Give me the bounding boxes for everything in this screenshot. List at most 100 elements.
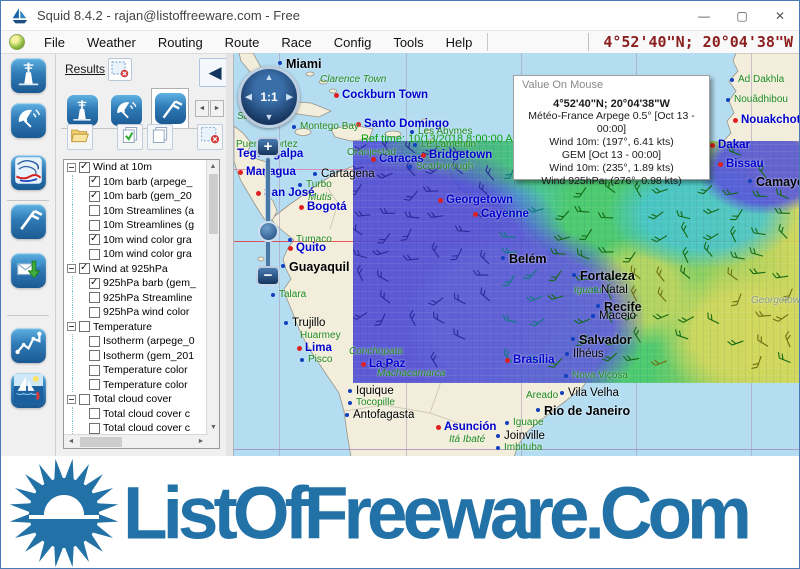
pan-down-icon[interactable]: ▼ [265, 112, 274, 122]
pan-up-icon[interactable]: ▲ [265, 72, 274, 82]
tree-row[interactable]: Isotherm (gem_201 [64, 349, 219, 364]
layer-checkbox[interactable] [79, 394, 90, 405]
city-label: Le Lamentin [421, 139, 476, 150]
layer-checkbox[interactable] [79, 162, 90, 173]
zoom-scale-label[interactable]: 1:1 [260, 90, 277, 104]
scroll-thumb[interactable] [80, 437, 122, 447]
regatta-tool-button[interactable] [11, 373, 46, 408]
tree-row[interactable]: 925hPa Streamline [64, 291, 219, 306]
maximize-button[interactable]: ▢ [723, 1, 761, 31]
layer-checkbox[interactable] [89, 249, 100, 260]
city-label: Nova Viçosa [572, 370, 628, 381]
map-pan-control[interactable]: ▲ ▼ ◀ ▶ 1:1 [238, 66, 300, 128]
layer-checkbox[interactable] [89, 176, 100, 187]
results-tab-satellite[interactable] [107, 92, 145, 128]
menu-item-route[interactable]: Route [214, 33, 271, 52]
layer-checkbox[interactable] [89, 307, 100, 318]
tree-row[interactable]: Isotherm (arpege_0 [64, 334, 219, 349]
expand-collapse-icon[interactable] [67, 264, 76, 273]
scroll-down-icon[interactable]: ▼ [207, 421, 220, 434]
layer-checkbox[interactable] [89, 278, 100, 289]
scroll-thumb[interactable] [209, 174, 218, 234]
layer-checkbox[interactable] [89, 205, 100, 216]
scroll-up-icon[interactable]: ▲ [207, 160, 219, 173]
city-label: Imbituba [504, 442, 542, 453]
tab-prev-button[interactable]: ◄ [195, 100, 209, 117]
zoom-slider-track[interactable] [265, 157, 271, 269]
menu-item-routing[interactable]: Routing [147, 33, 214, 52]
layer-checkbox[interactable] [89, 379, 100, 390]
tree-row[interactable]: 10m wind color gra [64, 233, 219, 248]
uncheck-all-button[interactable] [147, 124, 173, 150]
tree-row[interactable]: Wind at 10m [64, 160, 219, 175]
tree-row[interactable]: Temperature [64, 320, 219, 335]
title-bar[interactable]: Squid 8.4.2 - rajan@listoffreeware.com -… [1, 1, 799, 31]
layer-checkbox[interactable] [79, 321, 90, 332]
results-link[interactable]: Results [65, 62, 105, 76]
layer-checkbox[interactable] [89, 191, 100, 202]
menu-item-file[interactable]: File [33, 33, 76, 52]
tree-row[interactable]: Total cloud cover c [64, 407, 219, 422]
layer-checkbox[interactable] [89, 292, 100, 303]
tree-row[interactable]: 925hPa barb (gem_ [64, 276, 219, 291]
expand-collapse-icon[interactable] [67, 322, 76, 331]
zoom-slider-handle[interactable] [258, 221, 279, 242]
tree-row[interactable]: Wind at 925hPa [64, 262, 219, 277]
tree-row[interactable]: Temperature color [64, 363, 219, 378]
clear-red-button[interactable] [197, 124, 223, 150]
menu-item-tools[interactable]: Tools [382, 33, 434, 52]
clear-results-button[interactable] [108, 58, 132, 81]
tree-row[interactable]: 10m barb (arpege_ [64, 175, 219, 190]
menu-item-config[interactable]: Config [323, 33, 383, 52]
menu-item-weather[interactable]: Weather [76, 33, 147, 52]
route-tool-button[interactable] [11, 328, 46, 363]
layer-checkbox[interactable] [89, 350, 100, 361]
windbarb-tool-button[interactable] [11, 204, 46, 239]
scroll-right-icon[interactable]: ► [194, 438, 208, 445]
satellite-tool-button[interactable] [11, 103, 46, 138]
grib-mail-tool-button[interactable] [11, 253, 46, 288]
tab-next-button[interactable]: ► [210, 100, 224, 117]
city-label: Bridgetown [429, 149, 492, 161]
tree-horizontal-scrollbar[interactable]: ◄ ► [64, 434, 208, 448]
check-all-button[interactable] [117, 124, 143, 150]
expand-collapse-icon[interactable] [67, 163, 76, 172]
layer-checkbox[interactable] [89, 234, 100, 245]
pan-left-icon[interactable]: ◀ [245, 92, 252, 103]
tree-row[interactable]: 925hPa wind color [64, 305, 219, 320]
tree-row[interactable]: Temperature color [64, 378, 219, 393]
close-button[interactable]: ✕ [761, 1, 799, 31]
zoom-in-button[interactable]: + [256, 137, 280, 157]
layer-checkbox[interactable] [89, 408, 100, 419]
layer-checkbox[interactable] [89, 336, 100, 347]
tree-row[interactable]: Total cloud cover [64, 392, 219, 407]
tree-guide [72, 218, 89, 233]
station-tool-button[interactable] [11, 58, 46, 93]
city-label: Quito [296, 242, 326, 254]
results-tab-windbarb[interactable] [151, 88, 189, 129]
tree-guide [72, 189, 89, 204]
city-label: Iquique [356, 385, 394, 397]
menu-item-help[interactable]: Help [435, 33, 484, 52]
folder-open-button[interactable] [67, 124, 93, 150]
tree-row[interactable]: 10m Streamlines (a [64, 204, 219, 219]
check-all-icon [120, 125, 140, 150]
scroll-left-icon[interactable]: ◄ [64, 438, 78, 445]
zoom-out-button[interactable]: − [256, 266, 280, 286]
minimize-button[interactable]: — [685, 1, 723, 31]
layer-checkbox[interactable] [89, 423, 100, 434]
globe-icon[interactable] [9, 34, 25, 50]
layer-checkbox[interactable] [89, 220, 100, 231]
expand-collapse-icon[interactable] [67, 395, 76, 404]
tree-row[interactable]: 10m wind color gra [64, 247, 219, 262]
synoptic-tool-button[interactable] [11, 155, 46, 190]
layer-checkbox[interactable] [89, 365, 100, 376]
results-tab-station[interactable] [63, 92, 101, 128]
tree-vertical-scrollbar[interactable]: ▲ ▼ [206, 160, 219, 448]
tree-row[interactable]: 10m Streamlines (g [64, 218, 219, 233]
pan-right-icon[interactable]: ▶ [286, 92, 293, 103]
tree-row[interactable]: 10m barb (gem_20 [64, 189, 219, 204]
layer-checkbox[interactable] [79, 263, 90, 274]
menu-item-race[interactable]: Race [270, 33, 322, 52]
station-icon [14, 59, 43, 93]
